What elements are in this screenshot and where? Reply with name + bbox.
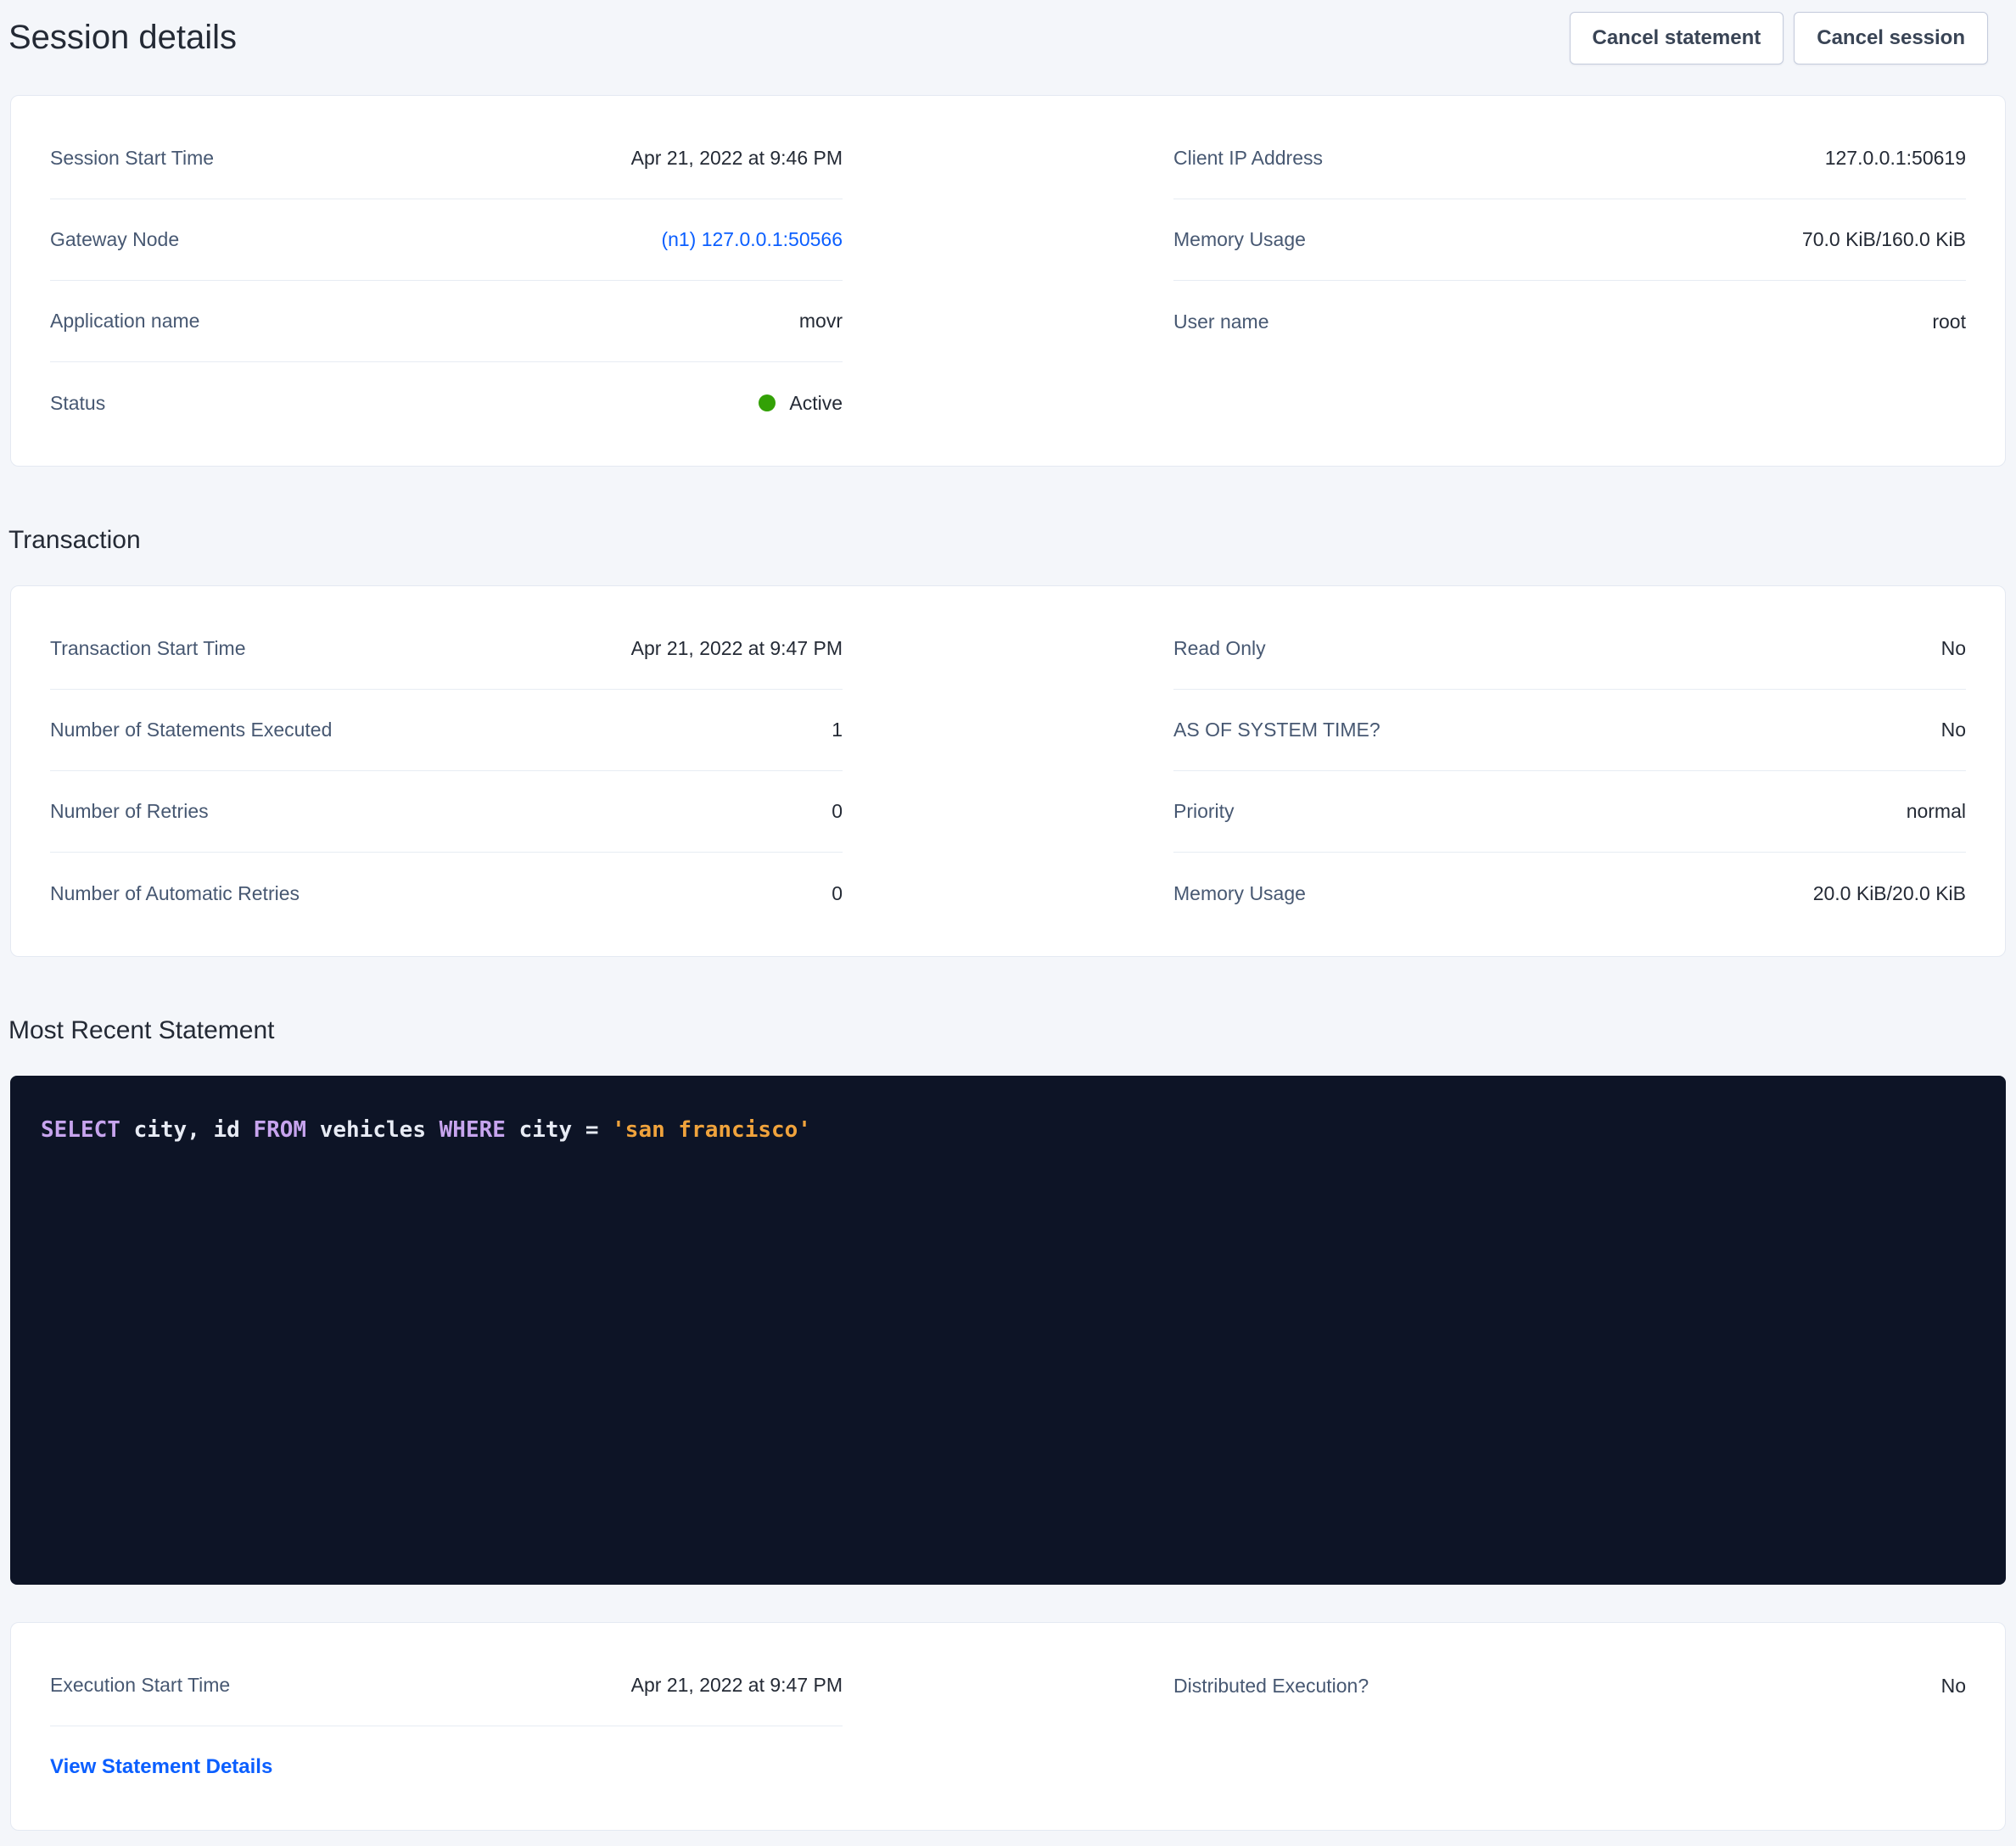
as-of-system-time-row: AS OF SYSTEM TIME? No [1173,690,1966,771]
sql-keyword-from: FROM [253,1117,306,1143]
session-summary-right-column: Client IP Address 127.0.0.1:50619 Memory… [1173,118,1966,444]
transaction-memory-usage-row: Memory Usage 20.0 KiB/20.0 KiB [1173,853,1966,934]
row-label: Read Only [1173,637,1266,660]
cancel-session-button[interactable]: Cancel session [1794,12,1988,64]
row-label: Gateway Node [50,228,179,251]
retries-row: Number of Retries 0 [50,771,843,853]
row-value: No [1941,637,1966,660]
row-value: 0 [832,882,843,905]
row-label: Number of Retries [50,800,209,823]
row-value: 127.0.0.1:50619 [1825,147,1966,170]
cancel-statement-button[interactable]: Cancel statement [1570,12,1784,64]
transaction-card: Transaction Start Time Apr 21, 2022 at 9… [10,585,2006,957]
status-active-dot [759,394,776,411]
row-label: Memory Usage [1173,882,1306,905]
session-start-time-row: Session Start Time Apr 21, 2022 at 9:46 … [50,118,843,199]
row-value: Apr 21, 2022 at 9:47 PM [631,1674,843,1697]
execution-start-time-row: Execution Start Time Apr 21, 2022 at 9:4… [50,1645,843,1726]
sql-statement: SELECT city, id FROM vehicles WHERE city… [41,1117,811,1143]
automatic-retries-row: Number of Automatic Retries 0 [50,853,843,934]
row-label: Transaction Start Time [50,637,246,660]
sql-statement-box: SELECT city, id FROM vehicles WHERE city… [10,1076,2006,1585]
execution-left-column: Execution Start Time Apr 21, 2022 at 9:4… [50,1645,843,1808]
sql-table: vehicles [306,1117,440,1143]
status-row: Status Active [50,362,843,444]
transaction-section-title: Transaction [8,526,2006,555]
row-label: Number of Statements Executed [50,719,332,741]
row-value: Apr 21, 2022 at 9:47 PM [631,637,843,660]
view-statement-details-row: View Statement Details [50,1726,843,1808]
row-label: Execution Start Time [50,1674,230,1697]
row-value: root [1932,310,1966,333]
row-label: Distributed Execution? [1173,1675,1369,1698]
sql-keyword-where: WHERE [440,1117,506,1143]
transaction-right-column: Read Only No AS OF SYSTEM TIME? No Prior… [1173,608,1966,934]
gateway-node-row: Gateway Node (n1) 127.0.0.1:50566 [50,199,843,281]
execution-right-column: Distributed Execution? No [1173,1645,1966,1808]
view-statement-details-link[interactable]: View Statement Details [50,1755,272,1779]
gateway-node-link[interactable]: (n1) 127.0.0.1:50566 [661,228,843,251]
header-actions: Cancel statement Cancel session [1570,12,1989,64]
row-label: AS OF SYSTEM TIME? [1173,719,1380,741]
status-text: Active [789,392,843,415]
statement-section-title: Most Recent Statement [8,1016,2006,1045]
row-value: 1 [832,719,843,741]
row-label: Number of Automatic Retries [50,882,300,905]
row-value: 0 [832,800,843,823]
row-value: movr [799,310,843,333]
row-label: Priority [1173,800,1235,823]
row-value: Apr 21, 2022 at 9:46 PM [631,147,843,170]
row-label: Client IP Address [1173,147,1323,170]
sql-columns: city, id [120,1117,254,1143]
status-badge: Active [759,392,843,415]
row-value: 20.0 KiB/20.0 KiB [1813,882,1966,905]
row-label: Memory Usage [1173,228,1306,251]
statements-executed-row: Number of Statements Executed 1 [50,690,843,771]
row-value: No [1941,1675,1966,1698]
row-label: Session Start Time [50,147,214,170]
transaction-start-time-row: Transaction Start Time Apr 21, 2022 at 9… [50,608,843,690]
row-label: Status [50,392,105,415]
row-value: 70.0 KiB/160.0 KiB [1802,228,1966,251]
session-details-page: Session details Cancel statement Cancel … [0,0,2016,1831]
sql-string-literal: 'san francisco' [612,1117,811,1143]
sql-keyword-select: SELECT [41,1117,120,1143]
row-value: No [1941,719,1966,741]
priority-row: Priority normal [1173,771,1966,853]
session-memory-usage-row: Memory Usage 70.0 KiB/160.0 KiB [1173,199,1966,281]
sql-condition: city = [506,1117,612,1143]
execution-card: Execution Start Time Apr 21, 2022 at 9:4… [10,1622,2006,1831]
client-ip-row: Client IP Address 127.0.0.1:50619 [1173,118,1966,199]
page-header: Session details Cancel statement Cancel … [10,12,2006,64]
transaction-left-column: Transaction Start Time Apr 21, 2022 at 9… [50,608,843,934]
page-title: Session details [8,19,237,57]
session-summary-card: Session Start Time Apr 21, 2022 at 9:46 … [10,95,2006,467]
row-label: Application name [50,310,199,333]
row-label: User name [1173,310,1268,333]
application-name-row: Application name movr [50,281,843,362]
read-only-row: Read Only No [1173,608,1966,690]
session-summary-left-column: Session Start Time Apr 21, 2022 at 9:46 … [50,118,843,444]
distributed-execution-row: Distributed Execution? No [1173,1645,1966,1726]
row-value: normal [1907,800,1966,823]
user-name-row: User name root [1173,281,1966,362]
